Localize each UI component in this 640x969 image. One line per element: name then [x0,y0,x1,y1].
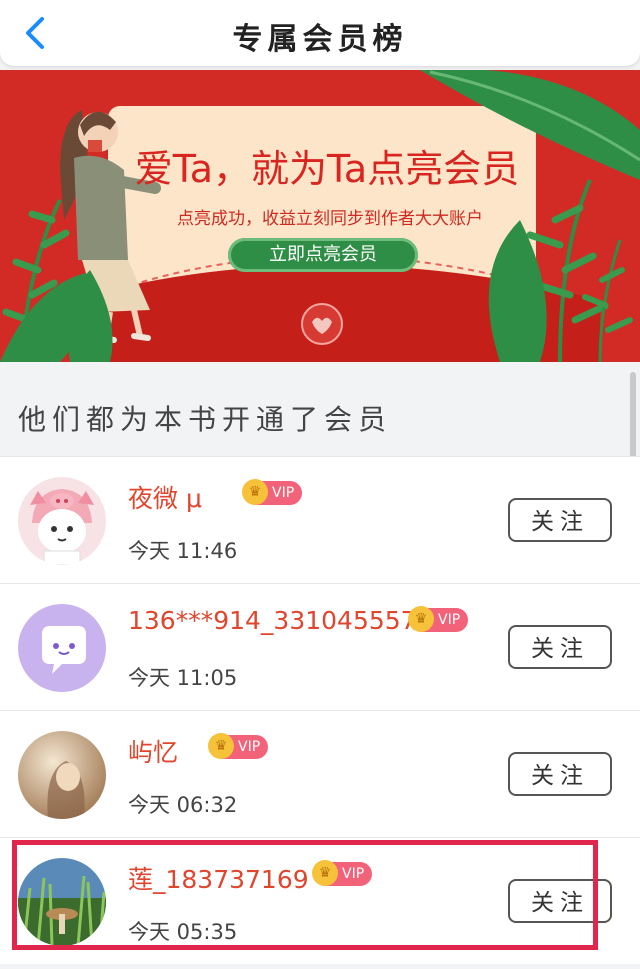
avatar[interactable] [18,731,106,819]
portrait-avatar-icon [18,731,106,819]
list-item[interactable]: 136***914_3310455574 ♛ VIP 今天 11:05 关注 [0,583,640,710]
follow-button[interactable]: 关注 [508,625,612,669]
crown-icon: ♛ [208,733,234,759]
list-item[interactable]: 夜微 μ ♛ VIP 今天 11:46 关注 [0,456,640,583]
promo-banner[interactable]: 爱Ta，就为Ta点亮会员 点亮成功，收益立刻同步到作者大大账户 立即点亮会员 [0,70,640,362]
follow-button[interactable]: 关注 [508,752,612,796]
light-up-membership-button[interactable]: 立即点亮会员 [228,238,418,272]
member-list: 夜微 μ ♛ VIP 今天 11:46 关注 136***914_3310455… [0,456,640,964]
list-item[interactable]: 莲_183737169 ♛ VIP 今天 05:35 关注 [0,837,640,964]
join-time: 今天 05:35 [128,920,238,944]
vip-badge: ♛ VIP [312,860,372,886]
join-time: 今天 11:46 [128,539,238,563]
chat-bubble-avatar-icon [18,604,106,692]
list-item[interactable]: 屿忆 ♛ VIP 今天 06:32 关注 [0,710,640,837]
crown-icon: ♛ [408,606,434,632]
join-time: 今天 11:05 [128,666,238,690]
banner-headline: 爱Ta，就为Ta点亮会员 [134,147,520,191]
crown-icon: ♛ [312,860,338,886]
join-time: 今天 06:32 [128,793,238,817]
member-name[interactable]: 136***914_3310455574 [128,606,433,635]
avatar[interactable] [18,477,106,565]
crown-icon: ♛ [242,479,268,505]
banner-subtext: 点亮成功，收益立刻同步到作者大大账户 [177,209,483,229]
member-name[interactable]: 屿忆 [128,733,178,769]
avatar[interactable] [18,604,106,692]
member-name[interactable]: 莲_183737169 [128,860,309,896]
follow-button[interactable]: 关注 [508,498,612,542]
section-title: 他们都为本书开通了会员 [18,403,393,436]
vip-badge: ♛ VIP [408,606,468,632]
mushroom-grass-avatar-icon [18,858,106,946]
vip-badge: ♛ VIP [242,479,302,505]
top-bar: 专属会员榜 [0,0,640,66]
follow-button[interactable]: 关注 [508,879,612,923]
vip-badge: ♛ VIP [208,733,268,759]
member-name[interactable]: 夜微 μ [128,479,202,515]
avatar[interactable] [18,858,106,946]
pig-hat-avatar-icon [18,477,106,565]
page-title: 专属会员榜 [232,22,408,57]
